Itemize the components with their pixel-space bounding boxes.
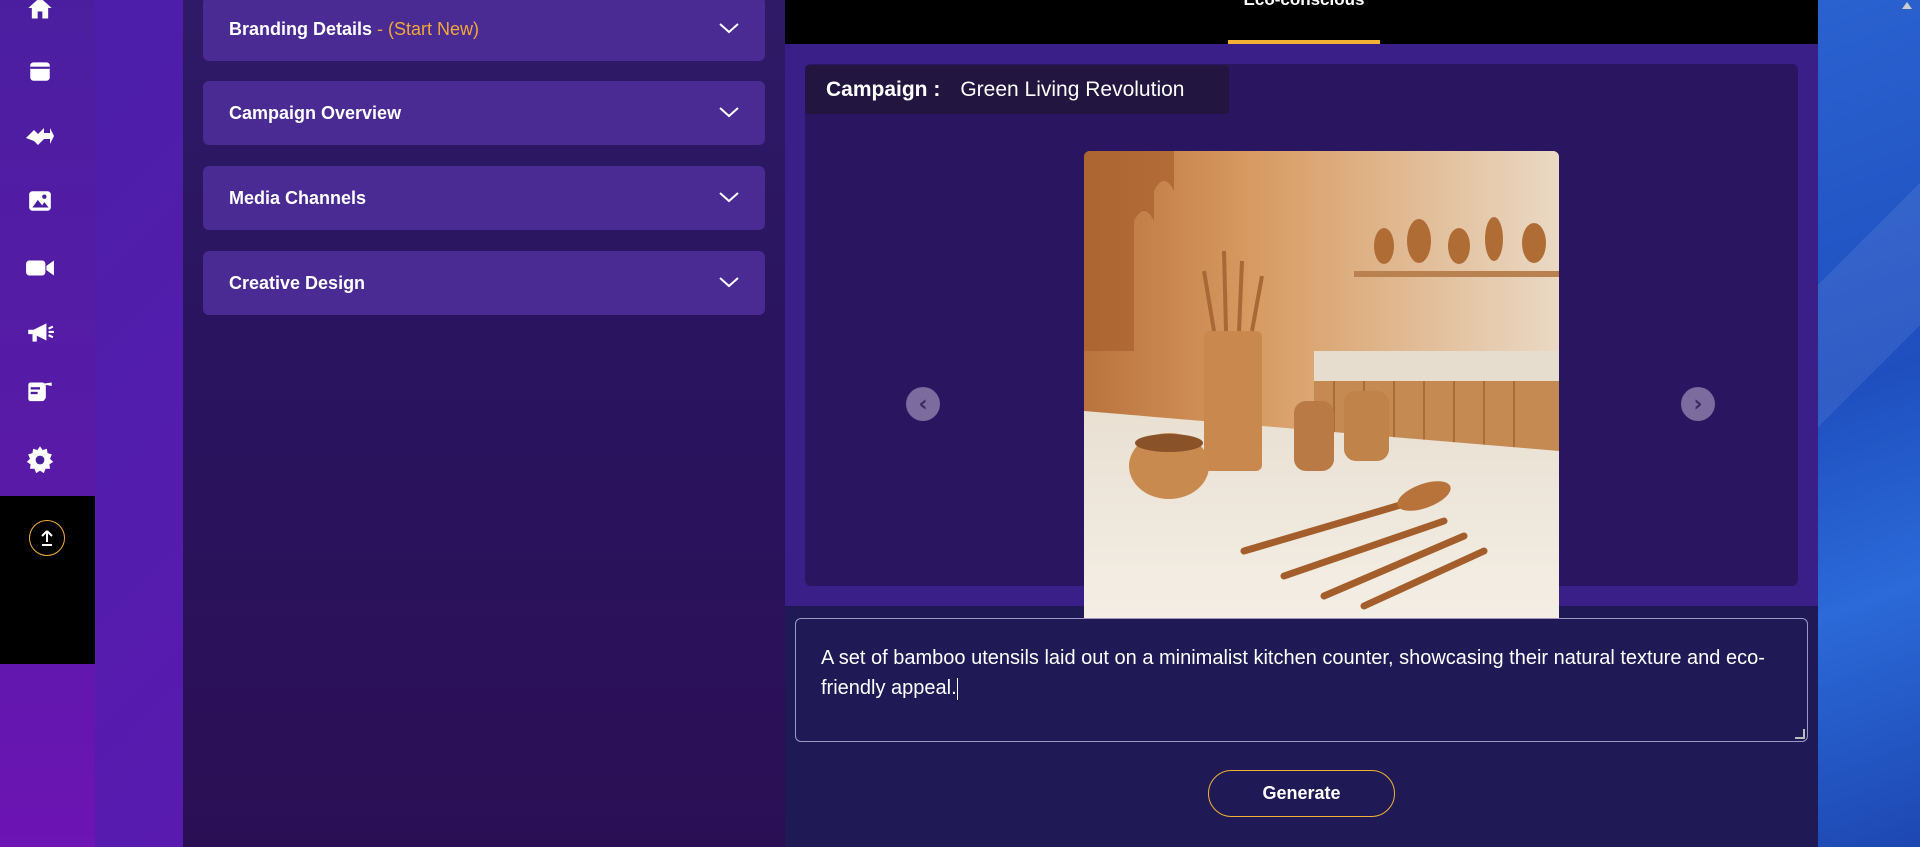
image-card: ‹ ›: [805, 64, 1798, 626]
right-background-strip: [1818, 0, 1920, 847]
campaign-name: Green Living Revolution: [960, 77, 1185, 101]
campaign-wizard-icon[interactable]: [22, 118, 58, 154]
accordion-branding-details[interactable]: Branding Details - (Start New): [203, 0, 765, 61]
sidebar-rail: [0, 0, 95, 847]
scroll-up-arrow[interactable]: [1902, 2, 1912, 9]
preview-panel: Eco-conscious: [785, 0, 1818, 847]
chevron-down-icon: [718, 104, 740, 123]
prompt-text: A set of bamboo utensils laid out on a m…: [821, 647, 1765, 699]
chevron-down-icon: [718, 20, 740, 39]
accordion-title: Creative Design: [229, 272, 366, 293]
chevron-down-icon: [718, 274, 740, 293]
settings-icon[interactable]: [22, 442, 58, 478]
tab-eco-conscious[interactable]: Eco-conscious: [1228, 0, 1380, 44]
accordion-media-channels[interactable]: Media Channels: [203, 166, 765, 230]
accordion-title: Media Channels: [229, 187, 367, 208]
tab-bar: Eco-conscious: [785, 0, 1818, 44]
chevron-down-icon: [718, 189, 740, 208]
accordion-campaign-overview[interactable]: Campaign Overview: [203, 81, 765, 145]
video-icon[interactable]: [22, 250, 58, 286]
form-panel: Branding Details - (Start New) Campaign …: [183, 0, 785, 847]
home-icon[interactable]: [22, 0, 58, 26]
campaign-key: Campaign :: [826, 77, 941, 101]
next-image-button[interactable]: ›: [1681, 387, 1715, 421]
upload-icon[interactable]: [29, 520, 65, 556]
accordion-title: Branding Details: [229, 18, 373, 39]
image-icon[interactable]: [22, 183, 58, 219]
megaphone-icon[interactable]: [22, 315, 58, 351]
prompt-textarea[interactable]: A set of bamboo utensils laid out on a m…: [795, 618, 1808, 742]
generated-image: [1084, 151, 1559, 626]
campaign-label: Campaign : Green Living Revolution: [805, 65, 1229, 114]
calendar-icon[interactable]: [22, 53, 58, 89]
previous-image-button[interactable]: ‹: [906, 387, 940, 421]
accordion-subtitle: - (Start New): [372, 18, 480, 39]
accordion-creative-design[interactable]: Creative Design: [203, 251, 765, 315]
resize-handle[interactable]: [1795, 729, 1805, 739]
text-caret: [956, 677, 958, 700]
audio-script-icon[interactable]: [22, 375, 58, 411]
accordion-title: Campaign Overview: [229, 102, 402, 123]
generate-button[interactable]: Generate: [1208, 770, 1395, 817]
